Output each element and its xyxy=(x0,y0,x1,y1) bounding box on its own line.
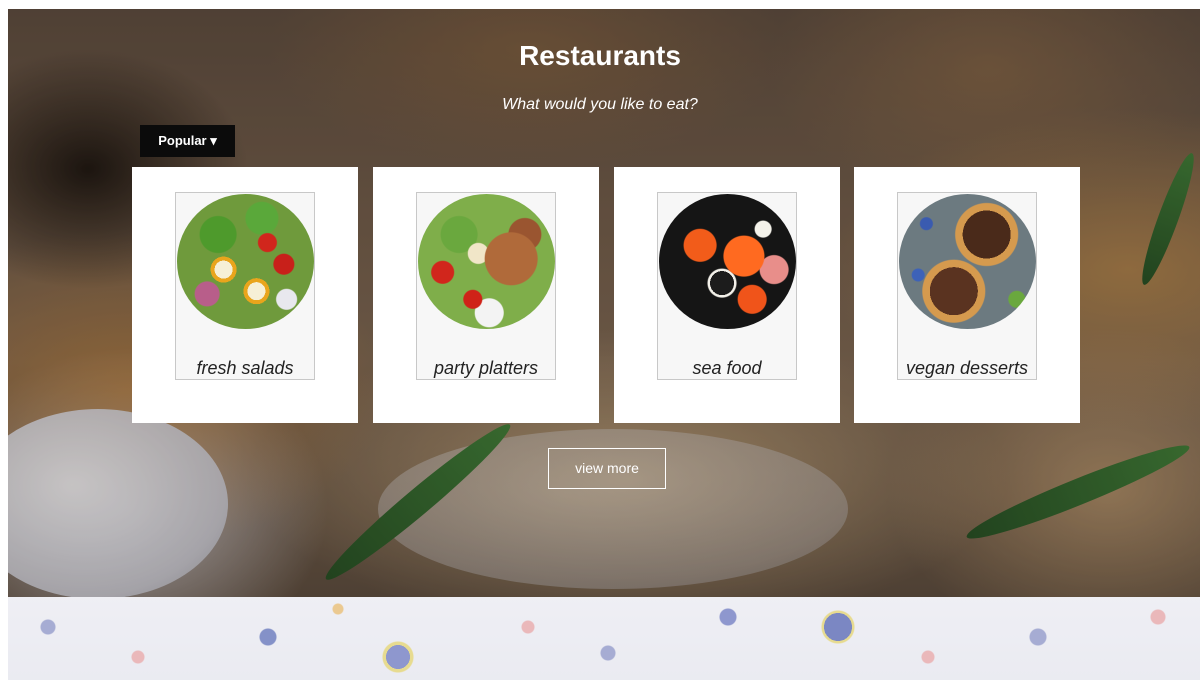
floral-banner xyxy=(8,597,1200,680)
category-card-fresh-salads[interactable]: fresh salads xyxy=(132,167,358,423)
sort-dropdown[interactable]: Popular ▾ xyxy=(140,125,235,157)
page-title: Restaurants xyxy=(519,40,681,71)
category-thumbnail[interactable]: sea food xyxy=(657,192,797,380)
category-thumbnail[interactable]: fresh salads xyxy=(175,192,315,380)
salad-image xyxy=(177,194,314,329)
category-label[interactable]: fresh salads xyxy=(176,358,314,379)
category-label[interactable]: party platters xyxy=(417,358,555,379)
tart-image xyxy=(899,194,1036,329)
view-more-button[interactable]: view more xyxy=(548,448,666,489)
category-card-sea-food[interactable]: sea food xyxy=(614,167,840,423)
page-subtitle: What would you like to eat? xyxy=(502,96,698,113)
category-card-party-platters[interactable]: party platters xyxy=(373,167,599,423)
category-label[interactable]: sea food xyxy=(658,358,796,379)
category-label[interactable]: vegan desserts xyxy=(898,358,1036,379)
category-thumbnail[interactable]: vegan desserts xyxy=(897,192,1037,380)
platter-image xyxy=(418,194,555,329)
floral-overlay xyxy=(8,597,1200,680)
category-card-vegan-desserts[interactable]: vegan desserts xyxy=(854,167,1080,423)
sushi-image xyxy=(659,194,796,329)
category-thumbnail[interactable]: party platters xyxy=(416,192,556,380)
